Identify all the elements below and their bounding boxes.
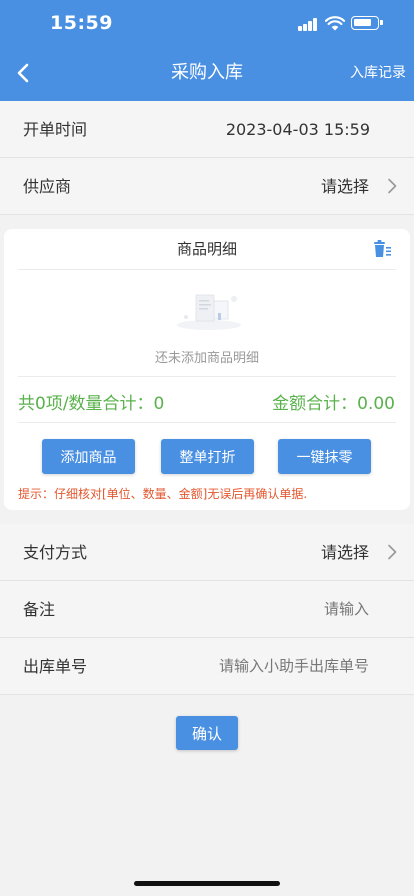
goods-detail-card: 商品明细 还未添加商品明细 共0项/数量合计：0 金额合计：0.00 添加商品 … — [4, 229, 410, 510]
order-time-label: 开单时间 — [23, 120, 88, 139]
back-button[interactable] — [8, 58, 38, 88]
remark-input[interactable]: 请输入 — [324, 581, 369, 638]
round-off-button[interactable]: 一键抹零 — [278, 439, 371, 474]
chevron-right-icon — [388, 178, 397, 194]
amount-summary: 金额合计：0.00 — [272, 394, 395, 414]
goods-title: 商品明细 — [176, 240, 237, 258]
remark-row: 备注 请输入 — [0, 581, 414, 638]
home-indicator — [134, 881, 280, 886]
tip-text: 提示：仔细核对[单位、数量、金额]无误后再确认单据. — [18, 487, 308, 501]
card-divider — [18, 376, 396, 377]
payment-value[interactable]: 请选择 — [321, 524, 369, 581]
app-header: 15:59 采购入库 入库记录 — [0, 0, 414, 101]
supplier-row[interactable]: 供应商 请选择 — [0, 158, 414, 215]
outbound-input[interactable]: 请输入小助手出库单号 — [219, 638, 369, 695]
add-goods-button[interactable]: 添加商品 — [42, 439, 135, 474]
status-time: 15:59 — [50, 12, 113, 34]
empty-box-icon — [177, 294, 241, 330]
status-bar: 15:59 — [0, 0, 414, 48]
card-divider — [18, 269, 396, 270]
remark-label: 备注 — [23, 600, 56, 619]
battery-icon — [351, 16, 383, 30]
supplier-value[interactable]: 请选择 — [321, 158, 369, 215]
card-divider — [18, 422, 396, 423]
order-time-value[interactable]: 2023-04-03 15:59 — [226, 101, 370, 158]
quantity-summary: 共0项/数量合计：0 — [18, 394, 165, 414]
discount-button[interactable]: 整单打折 — [161, 439, 254, 474]
order-time-row: 开单时间 2023-04-03 15:59 — [0, 101, 414, 158]
nav-bar: 采购入库 入库记录 — [0, 48, 414, 98]
outbound-label: 出库单号 — [23, 657, 88, 676]
records-link[interactable]: 入库记录 — [350, 62, 406, 82]
payment-label: 支付方式 — [23, 543, 88, 562]
payment-row[interactable]: 支付方式 请选择 — [0, 524, 414, 581]
signal-icon — [298, 18, 318, 31]
chevron-left-icon — [17, 63, 29, 83]
trash-icon[interactable] — [372, 239, 392, 259]
chevron-right-icon — [388, 544, 397, 560]
confirm-button[interactable]: 确认 — [176, 716, 238, 750]
empty-text: 还未添加商品明细 — [154, 351, 259, 366]
wifi-icon — [325, 16, 345, 31]
outbound-row: 出库单号 请输入小助手出库单号 — [0, 638, 414, 695]
supplier-label: 供应商 — [23, 177, 72, 196]
